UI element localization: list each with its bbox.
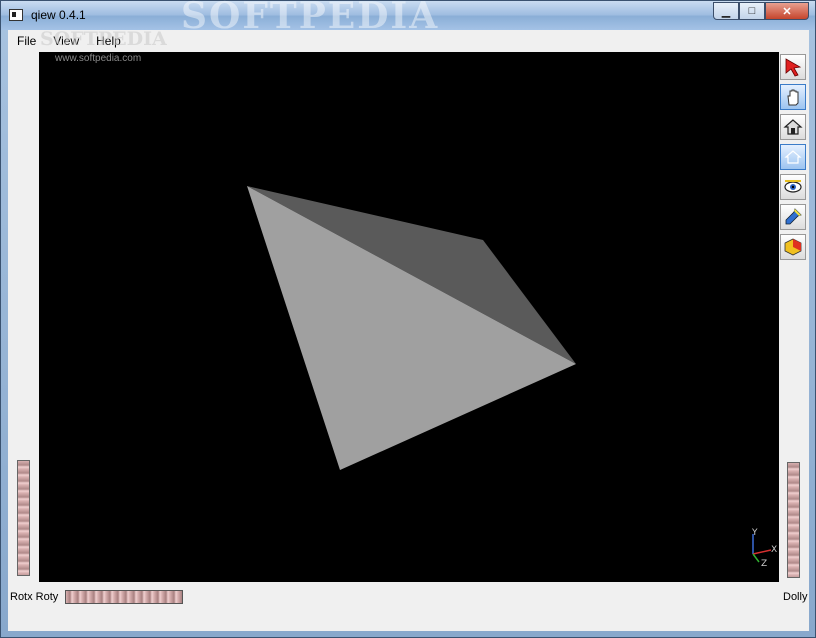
minimize-button[interactable]: ▁ [713, 2, 739, 20]
flashlight-icon [785, 208, 802, 225]
roty-thumbwheel[interactable] [65, 590, 183, 604]
app-window: qiew 0.4.1 SOFTPEDIA ▁ □ ✕ SOFTPEDIA Fil… [0, 0, 816, 638]
view-all-button[interactable] [780, 174, 806, 200]
home-button[interactable] [780, 114, 806, 140]
menu-watermark: SOFTPEDIA [40, 28, 167, 50]
set-home-button[interactable] [780, 144, 806, 170]
app-icon [9, 9, 23, 21]
3d-viewport[interactable]: www.softpedia.com Y X Z [39, 52, 779, 582]
hand-icon [787, 89, 799, 106]
eye-icon [784, 180, 802, 193]
perspective-cube-icon [784, 238, 802, 256]
dolly-label: Dolly [783, 591, 808, 603]
set-home-icon [784, 150, 802, 164]
close-button[interactable]: ✕ [765, 2, 809, 20]
rotx-thumbwheel[interactable] [17, 460, 30, 576]
pick-tool-button[interactable] [780, 54, 806, 80]
axis-y-label: Y [751, 528, 758, 538]
home-icon [783, 119, 803, 135]
client-area: SOFTPEDIA File View Help www.softpedia.c… [8, 28, 809, 631]
maximize-button[interactable]: □ [739, 2, 765, 20]
arrow-pointer-icon [785, 58, 802, 77]
menu-bar: SOFTPEDIA File View Help [8, 28, 809, 52]
axes-gizmo: Y X Z [751, 528, 777, 568]
tetrahedron-model [247, 186, 576, 470]
dolly-thumbwheel[interactable] [787, 462, 800, 578]
rot-label: Rotx Roty [10, 591, 59, 603]
view-tool-button[interactable] [780, 84, 806, 110]
projection-button[interactable] [780, 234, 806, 260]
seek-button[interactable] [780, 204, 806, 230]
window-title: qiew 0.4.1 [31, 8, 86, 22]
axis-z-label: Z [761, 559, 767, 568]
axis-x-label: X [771, 545, 777, 555]
viewer-toolbar [780, 54, 808, 264]
title-bar[interactable]: qiew 0.4.1 SOFTPEDIA ▁ □ ✕ [1, 0, 815, 37]
